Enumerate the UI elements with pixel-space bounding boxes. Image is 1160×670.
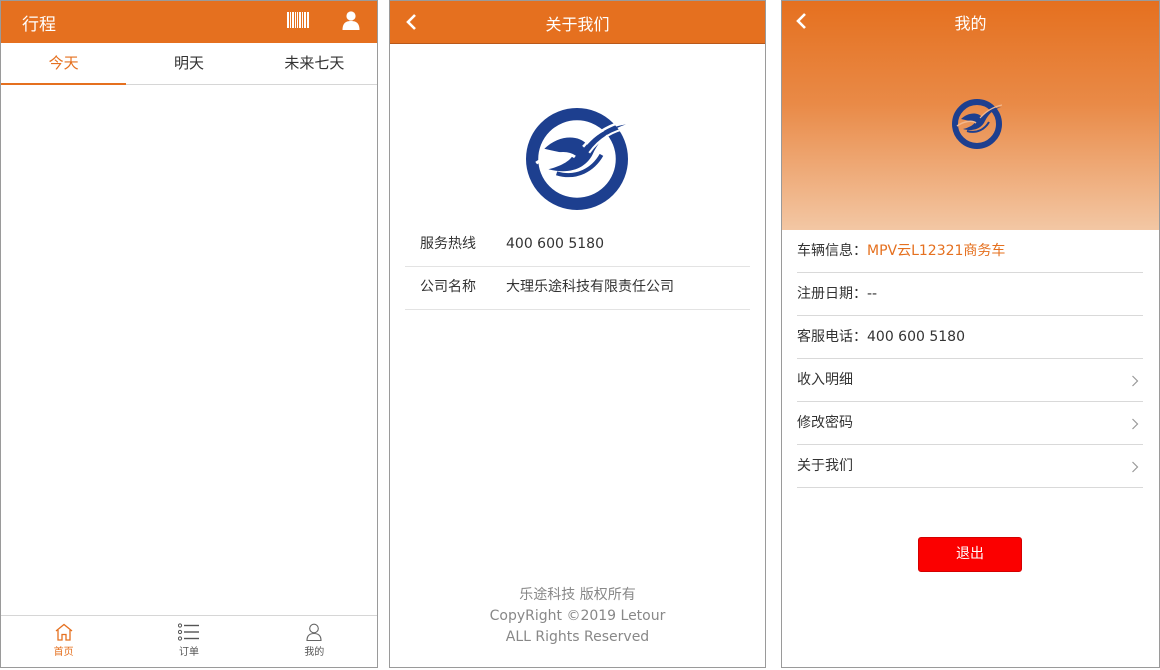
about-us-label: 关于我们 xyxy=(797,458,853,474)
company-name-row: 公司名称 大理乐途科技有限责任公司 xyxy=(405,267,750,310)
about-us-link[interactable]: 关于我们 xyxy=(797,445,1143,488)
nav-orders-label: 订单 xyxy=(178,647,199,658)
person-icon xyxy=(306,623,322,641)
service-phone-row: 客服电话：400 600 5180 xyxy=(797,316,1143,359)
page-title: 我的 xyxy=(954,14,987,33)
nav-mine-label: 我的 xyxy=(304,647,325,658)
list-icon xyxy=(177,623,199,641)
home-icon xyxy=(55,623,73,641)
vehicle-info-value: MPV云L12321商务车 xyxy=(867,243,1006,259)
bottom-nav: 首页 订单 我的 xyxy=(1,615,377,667)
vehicle-info-row: 车辆信息：MPV云L12321商务车 xyxy=(797,230,1143,273)
register-date-value: -- xyxy=(867,286,878,302)
page-title: 行程 xyxy=(22,15,56,35)
vehicle-info-label: 车辆信息： xyxy=(797,243,867,259)
trip-screen: 行程 今天 明天 未来七天 首页 订单 我的 xyxy=(0,0,378,668)
logout-button[interactable]: 退出 xyxy=(918,537,1022,572)
income-details-link[interactable]: 收入明细 xyxy=(797,359,1143,402)
service-phone-label: 客服电话： xyxy=(797,329,867,345)
chevron-right-icon xyxy=(1132,375,1139,387)
company-logo xyxy=(526,108,628,210)
about-screen: 关于我们 服务热线 400 600 5180 公司名称 大理乐途科技有限责任公司… xyxy=(389,0,766,668)
page-title: 关于我们 xyxy=(545,15,610,34)
register-date-label: 注册日期： xyxy=(797,286,867,302)
company-logo xyxy=(952,99,1002,149)
chevron-right-icon xyxy=(1132,461,1139,473)
day-tabs: 今天 明天 未来七天 xyxy=(1,43,377,85)
about-header: 关于我们 xyxy=(390,1,765,44)
hotline-row: 服务热线 400 600 5180 xyxy=(405,224,750,267)
barcode-icon[interactable] xyxy=(287,12,309,28)
tab-today[interactable]: 今天 xyxy=(1,43,127,85)
company-name-label: 公司名称 xyxy=(420,279,476,295)
service-phone-value: 400 600 5180 xyxy=(867,329,965,345)
copyright-line-3: ALL Rights Reserved xyxy=(505,629,650,645)
profile-screen: 我的 车辆信息：MPV云L12321商务车 注册日期：-- 客服电话：400 6… xyxy=(781,0,1160,668)
copyright: 乐途科技 版权所有 CopyRight ©2019 Letour ALL Rig… xyxy=(390,585,765,648)
profile-hero: 我的 xyxy=(782,1,1159,230)
tab-tomorrow[interactable]: 明天 xyxy=(126,43,251,84)
register-date-row: 注册日期：-- xyxy=(797,273,1143,316)
nav-mine[interactable]: 我的 xyxy=(252,616,377,667)
change-password-link[interactable]: 修改密码 xyxy=(797,402,1143,445)
income-details-label: 收入明细 xyxy=(797,372,853,388)
company-name-value: 大理乐途科技有限责任公司 xyxy=(506,279,674,295)
nav-orders[interactable]: 订单 xyxy=(126,616,251,667)
hotline-label: 服务热线 xyxy=(420,236,476,252)
tab-next-seven-days[interactable]: 未来七天 xyxy=(252,43,377,84)
trip-header: 行程 xyxy=(1,1,377,43)
chevron-right-icon xyxy=(1132,418,1139,430)
user-icon[interactable] xyxy=(342,11,360,30)
change-password-label: 修改密码 xyxy=(797,415,853,431)
copyright-line-2: CopyRight ©2019 Letour xyxy=(489,608,666,624)
nav-home[interactable]: 首页 xyxy=(1,616,126,667)
nav-home-label: 首页 xyxy=(53,647,74,658)
copyright-line-1: 乐途科技 版权所有 xyxy=(519,587,636,603)
hotline-value: 400 600 5180 xyxy=(506,236,604,252)
profile-menu: 车辆信息：MPV云L12321商务车 注册日期：-- 客服电话：400 600 … xyxy=(797,230,1143,488)
